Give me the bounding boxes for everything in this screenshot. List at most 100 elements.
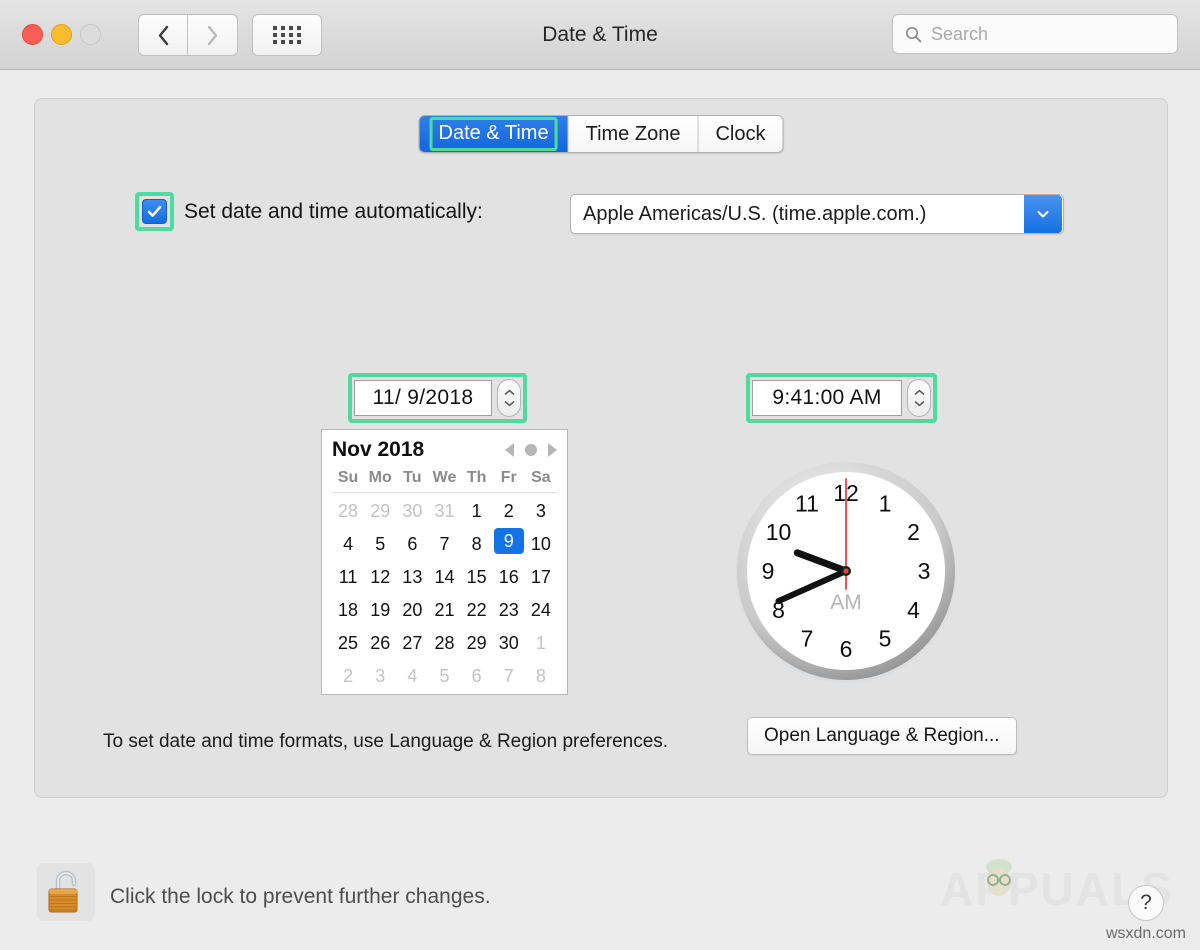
calendar-nav bbox=[505, 443, 557, 457]
time-field-highlight: 9:41:00 AM bbox=[746, 373, 937, 423]
search-input[interactable] bbox=[931, 24, 1165, 45]
clock-numeral-6: 6 bbox=[840, 636, 853, 662]
date-time-preferences-window: Date & Time Date & Time Time Zone Clock bbox=[0, 0, 1200, 950]
calendar-day[interactable]: 28 bbox=[428, 627, 460, 660]
calendar-day[interactable]: 18 bbox=[332, 594, 364, 627]
dot-icon[interactable] bbox=[525, 444, 537, 456]
calendar-day-selected[interactable]: 9 bbox=[494, 528, 524, 554]
stepper-down-icon[interactable] bbox=[504, 400, 515, 407]
clock-numeral-5: 5 bbox=[879, 626, 892, 652]
triangle-left-icon[interactable] bbox=[505, 443, 514, 457]
unlocked-padlock-icon bbox=[44, 869, 88, 915]
calendar-day[interactable]: 14 bbox=[428, 561, 460, 594]
time-stepper[interactable] bbox=[907, 379, 931, 417]
tab-time-zone[interactable]: Time Zone bbox=[568, 116, 698, 152]
open-language-region-label: Open Language & Region... bbox=[764, 725, 1000, 747]
calendar-day[interactable]: 28 bbox=[332, 495, 364, 528]
calendar-day[interactable]: 21 bbox=[428, 594, 460, 627]
dropdown-arrow-button[interactable] bbox=[1024, 195, 1062, 233]
calendar-weekday-mo: Mo bbox=[364, 469, 396, 487]
calendar-day[interactable]: 6 bbox=[461, 660, 493, 693]
date-stepper[interactable] bbox=[497, 379, 521, 417]
calendar-weekday-th: Th bbox=[461, 469, 493, 487]
calendar-day[interactable]: 3 bbox=[525, 495, 557, 528]
calendar-header: Nov 2018 bbox=[332, 438, 557, 462]
tab-time-zone-label: Time Zone bbox=[586, 123, 681, 146]
tab-clock-label: Clock bbox=[715, 123, 765, 146]
time-input[interactable]: 9:41:00 AM bbox=[752, 380, 902, 416]
formats-note: To set date and time formats, use Langua… bbox=[103, 731, 668, 753]
calendar-day[interactable]: 5 bbox=[364, 528, 396, 561]
calendar-day[interactable]: 4 bbox=[332, 528, 364, 561]
calendar-day[interactable]: 23 bbox=[493, 594, 525, 627]
lock-button[interactable] bbox=[37, 863, 95, 921]
calendar-day[interactable]: 12 bbox=[364, 561, 396, 594]
calendar-day[interactable]: 1 bbox=[525, 627, 557, 660]
calendar-day[interactable]: 16 bbox=[493, 561, 525, 594]
calendar-day[interactable]: 1 bbox=[461, 495, 493, 528]
tab-date-time-label: Date & Time bbox=[430, 117, 558, 151]
date-input[interactable]: 11/ 9/2018 bbox=[354, 380, 492, 416]
calendar-day[interactable]: 7 bbox=[428, 528, 460, 561]
calendar-weekday-we: We bbox=[428, 469, 460, 487]
lock-hint-text: Click the lock to prevent further change… bbox=[110, 885, 491, 909]
search-field[interactable] bbox=[892, 14, 1178, 54]
clock-numeral-4: 4 bbox=[907, 597, 920, 623]
calendar-day[interactable]: 7 bbox=[493, 660, 525, 693]
calendar-day[interactable]: 8 bbox=[525, 660, 557, 693]
clock-numeral-9: 9 bbox=[762, 558, 775, 584]
calendar-month-label: Nov 2018 bbox=[332, 438, 424, 462]
open-language-region-button[interactable]: Open Language & Region... bbox=[747, 717, 1017, 755]
window-titlebar: Date & Time bbox=[0, 0, 1200, 70]
set-automatically-label: Set date and time automatically: bbox=[184, 200, 483, 224]
calendar-weekday-fr: Fr bbox=[493, 469, 525, 487]
calendar-day[interactable]: 31 bbox=[428, 495, 460, 528]
calendar-day[interactable]: 3 bbox=[364, 660, 396, 693]
tab-date-time[interactable]: Date & Time bbox=[420, 116, 568, 152]
calendar-day[interactable]: 13 bbox=[396, 561, 428, 594]
calendar-day[interactable]: 29 bbox=[364, 495, 396, 528]
clock-numeral-11: 11 bbox=[795, 491, 819, 517]
stepper-up-icon[interactable] bbox=[914, 389, 925, 396]
chevron-down-icon bbox=[1035, 206, 1051, 222]
calendar-day[interactable]: 17 bbox=[525, 561, 557, 594]
calendar-day[interactable]: 30 bbox=[493, 627, 525, 660]
calendar-day[interactable]: 10 bbox=[525, 528, 557, 561]
watermark-face-icon bbox=[976, 856, 1022, 902]
calendar-day[interactable]: 8 bbox=[461, 528, 493, 561]
calendar-day[interactable]: 19 bbox=[364, 594, 396, 627]
set-automatically-row: Set date and time automatically: bbox=[135, 192, 483, 231]
calendar-day[interactable]: 15 bbox=[461, 561, 493, 594]
set-automatically-highlight bbox=[135, 192, 174, 231]
help-question-icon: ? bbox=[1140, 891, 1152, 915]
calendar-day-grid[interactable]: 2829303112345678910111213141516171819202… bbox=[332, 495, 557, 693]
calendar-day[interactable]: 25 bbox=[332, 627, 364, 660]
calendar-day[interactable]: 26 bbox=[364, 627, 396, 660]
help-button[interactable]: ? bbox=[1128, 885, 1164, 921]
calendar-day[interactable]: 2 bbox=[332, 660, 364, 693]
clock-numeral-3: 3 bbox=[918, 558, 931, 584]
calendar-day[interactable]: 22 bbox=[461, 594, 493, 627]
calendar-weekday-sa: Sa bbox=[525, 469, 557, 487]
time-server-dropdown[interactable]: Apple Americas/U.S. (time.apple.com.) bbox=[570, 194, 1064, 234]
stepper-up-icon[interactable] bbox=[504, 389, 515, 396]
calendar-day[interactable]: 2 bbox=[493, 495, 525, 528]
date-picker-calendar[interactable]: Nov 2018 SuMoTuWeThFrSa 2829303112345678… bbox=[321, 429, 568, 695]
triangle-right-icon[interactable] bbox=[548, 443, 557, 457]
calendar-day[interactable]: 4 bbox=[396, 660, 428, 693]
calendar-day[interactable]: 29 bbox=[461, 627, 493, 660]
calendar-day[interactable]: 20 bbox=[396, 594, 428, 627]
calendar-weekday-header: SuMoTuWeThFrSa bbox=[332, 469, 557, 493]
calendar-day[interactable]: 5 bbox=[428, 660, 460, 693]
calendar-day[interactable]: 30 bbox=[396, 495, 428, 528]
stepper-down-icon[interactable] bbox=[914, 400, 925, 407]
calendar-day[interactable]: 24 bbox=[525, 594, 557, 627]
site-watermark: wsxdn.com bbox=[1106, 925, 1186, 943]
calendar-day[interactable]: 27 bbox=[396, 627, 428, 660]
checkmark-icon bbox=[146, 203, 163, 220]
calendar-day[interactable]: 11 bbox=[332, 561, 364, 594]
set-automatically-checkbox[interactable] bbox=[142, 199, 167, 224]
tab-clock[interactable]: Clock bbox=[697, 116, 782, 152]
calendar-day[interactable]: 6 bbox=[396, 528, 428, 561]
clock-numeral-1: 1 bbox=[879, 491, 892, 517]
